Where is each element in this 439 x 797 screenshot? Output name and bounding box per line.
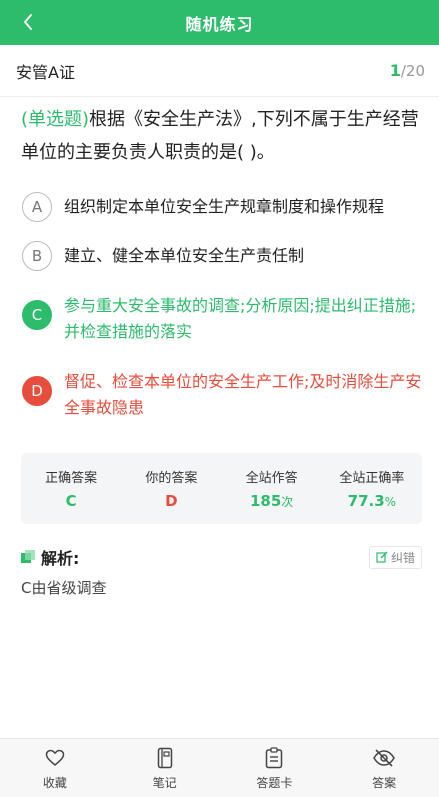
stat-label: 全站正确率 bbox=[339, 471, 405, 486]
top-bar: 随机练习 bbox=[0, 0, 439, 45]
stat-value: 185次 bbox=[250, 492, 293, 510]
bottom-tab-bar: 收藏 笔记 答题卡 答案 bbox=[0, 738, 439, 797]
analysis-header: 解析: 纠错 bbox=[21, 545, 422, 569]
tab-notes[interactable]: 笔记 bbox=[110, 739, 220, 797]
option-b-text: 建立、健全本单位安全生产责任制 bbox=[64, 246, 305, 265]
stat-number: 185 bbox=[249, 492, 282, 510]
chevron-left-icon bbox=[24, 14, 32, 30]
stat-value: 77.3% bbox=[348, 492, 396, 510]
option-d[interactable]: D 督促、检查本单位的安全生产工作;及时消除生产安全事故隐患 bbox=[22, 367, 422, 421]
option-b-marker: B bbox=[22, 241, 52, 271]
option-d-text: 督促、检查本单位的安全生产工作;及时消除生产安全事故隐患 bbox=[64, 372, 422, 417]
eye-off-icon bbox=[373, 748, 395, 767]
question-progress: 1/20 bbox=[390, 61, 425, 80]
option-a-text: 组织制定本单位安全生产规章制度和操作规程 bbox=[64, 197, 385, 216]
sub-header: 安管A证 1/20 bbox=[0, 45, 439, 97]
edit-icon bbox=[376, 551, 388, 563]
option-c-text: 参与重大安全事故的调查;分析原因;提出纠正措施;并检查措施的落实 bbox=[64, 296, 417, 341]
certificate-name: 安管A证 bbox=[16, 62, 75, 82]
tab-label: 笔记 bbox=[152, 775, 177, 790]
option-c[interactable]: C 参与重大安全事故的调查;分析原因;提出纠正措施;并检查措施的落实 bbox=[22, 291, 422, 345]
answer-card-icon bbox=[266, 746, 283, 768]
stat-site-accuracy: 全站正确率 77.3% bbox=[322, 453, 422, 524]
stat-unit: 次 bbox=[281, 495, 294, 509]
stat-label: 你的答案 bbox=[145, 471, 198, 486]
stat-label: 全站作答 bbox=[245, 471, 298, 486]
stat-site-attempts: 全站作答 185次 bbox=[222, 453, 322, 524]
answer-stats-panel: 正确答案 C 你的答案 D 全站作答 185次 全站正确率 77.3% bbox=[21, 453, 422, 524]
back-button[interactable] bbox=[14, 8, 42, 36]
analysis-body: C由省级调查 bbox=[21, 579, 107, 597]
stat-unit: % bbox=[384, 495, 397, 509]
tab-answer-card[interactable]: 答题卡 bbox=[220, 739, 330, 797]
option-c-marker: C bbox=[22, 300, 52, 330]
correction-button[interactable]: 纠错 bbox=[368, 545, 422, 569]
stat-correct-answer: 正确答案 C bbox=[21, 453, 121, 524]
correction-label: 纠错 bbox=[390, 550, 415, 565]
option-a-marker: A bbox=[22, 192, 52, 222]
tab-favorite[interactable]: 收藏 bbox=[0, 739, 110, 797]
stat-your-answer: 你的答案 D bbox=[121, 453, 221, 524]
analysis-title-group: 解析: bbox=[21, 545, 79, 569]
analysis-title: 解析: bbox=[41, 549, 80, 568]
question-type: (单选题) bbox=[21, 109, 90, 130]
option-d-marker: D bbox=[22, 376, 52, 406]
current-question-number: 1 bbox=[389, 61, 401, 80]
tab-label: 答题卡 bbox=[256, 775, 293, 790]
stat-value: C bbox=[65, 492, 77, 510]
tab-label: 收藏 bbox=[42, 775, 67, 790]
page-title: 随机练习 bbox=[185, 14, 254, 34]
stat-number: 77.3 bbox=[347, 492, 385, 510]
stat-value: D bbox=[165, 492, 178, 510]
tab-answer[interactable]: 答案 bbox=[329, 739, 439, 797]
analysis-icon bbox=[21, 550, 35, 563]
question-text: (单选题)根据《安全生产法》,下列不属于生产经营单位的主要负责人职责的是( )。 bbox=[21, 103, 423, 169]
stat-label: 正确答案 bbox=[45, 471, 98, 486]
option-a[interactable]: A 组织制定本单位安全生产规章制度和操作规程 bbox=[22, 192, 422, 222]
tab-label: 答案 bbox=[372, 775, 397, 790]
heart-icon bbox=[45, 749, 65, 766]
total-questions: /20 bbox=[400, 62, 425, 80]
option-b[interactable]: B 建立、健全本单位安全生产责任制 bbox=[22, 241, 422, 271]
notebook-icon bbox=[157, 747, 172, 768]
